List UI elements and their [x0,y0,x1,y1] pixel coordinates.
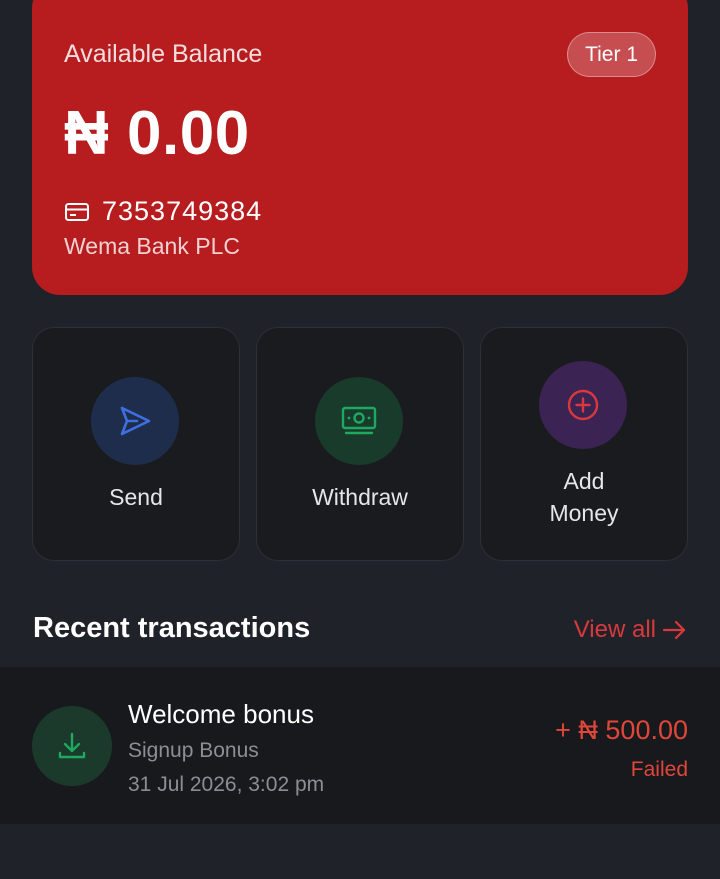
send-label: Send [109,484,163,510]
send-icon [91,377,179,465]
add-money-button[interactable]: Add Money [480,327,688,561]
balance-card: Available Balance Tier 1 ₦ 0.00 73537493… [32,0,688,295]
view-all-label: View all [573,616,656,643]
add-money-label-line2: Money [549,500,619,526]
tier-badge[interactable]: Tier 1 [567,32,656,77]
withdraw-label: Withdraw [312,484,408,510]
balance-label: Available Balance [64,40,263,68]
transaction-status: Failed [630,758,688,781]
transaction-amount: + ₦ 500.00 [555,715,688,745]
add-money-label-line1: Add [563,468,605,494]
account-row[interactable]: 7353749384 [64,196,262,227]
recent-transactions-title: Recent transactions [33,612,311,644]
card-icon [64,201,90,223]
cash-icon [315,377,403,465]
view-all-link[interactable]: View all [574,616,688,644]
plus-circle-icon [539,361,627,449]
transaction-category: Signup Bonus [128,739,259,762]
withdraw-button[interactable]: Withdraw [256,327,464,561]
arrow-right-icon [662,620,686,640]
download-icon [32,706,112,786]
transaction-date: 31 Jul 2026, 3:02 pm [128,773,325,796]
balance-amount: ₦ 0.00 [64,99,250,168]
transaction-title: Welcome bonus [128,699,314,729]
bank-name: Wema Bank PLC [64,233,240,259]
account-number: 7353749384 [102,196,263,226]
send-button[interactable]: Send [32,327,240,561]
transaction-row[interactable]: Welcome bonus Signup Bonus 31 Jul 2026, … [0,667,720,824]
